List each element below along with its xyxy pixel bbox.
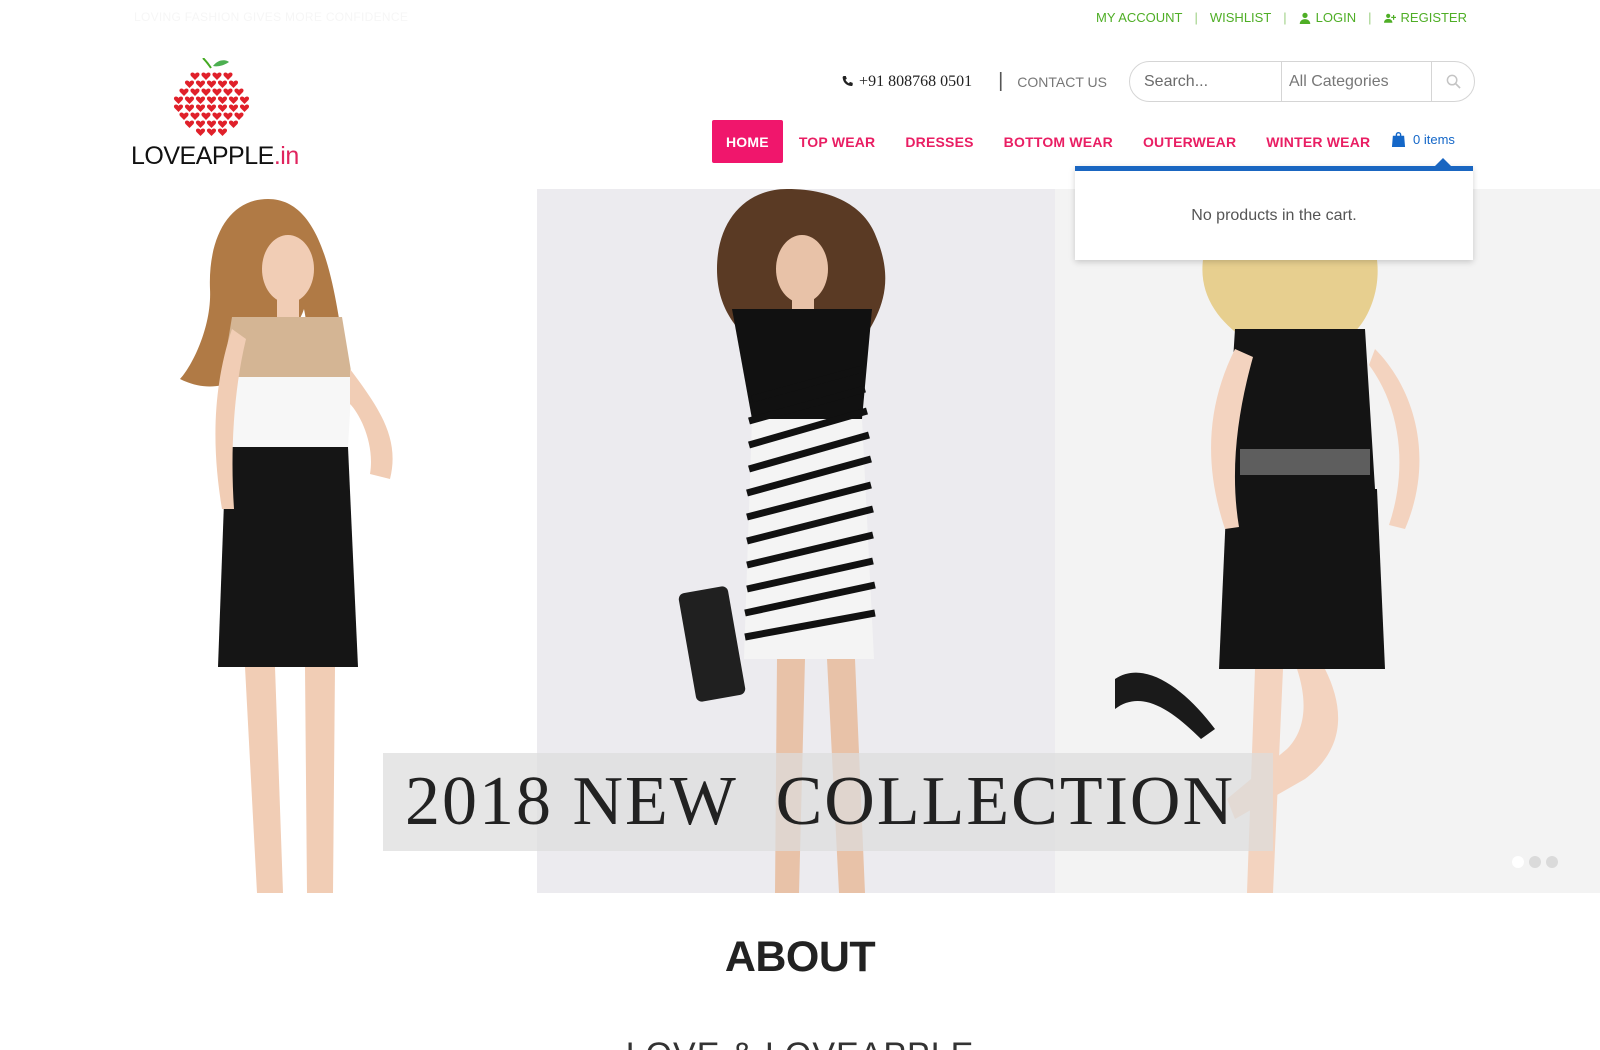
- slider-dot[interactable]: [1546, 856, 1558, 868]
- nav-item-top-wear[interactable]: TOP WEAR: [784, 120, 891, 163]
- phone-text: +91 808768 0501: [859, 72, 973, 90]
- nav-item-dresses[interactable]: DRESSES: [890, 120, 988, 163]
- site-logo[interactable]: LOVEAPPLE.in: [131, 58, 311, 170]
- slider-dot[interactable]: [1512, 856, 1524, 868]
- login-link[interactable]: LOGIN: [1299, 10, 1356, 25]
- category-select[interactable]: All Categories: [1282, 62, 1432, 101]
- nav-item-outerwear[interactable]: OUTERWEAR: [1128, 120, 1251, 163]
- slider-dots: [1512, 856, 1558, 868]
- phone-icon: [842, 75, 853, 87]
- link-separator: |: [1194, 10, 1198, 25]
- slider-dot[interactable]: [1529, 856, 1541, 868]
- logo-wordmark: LOVEAPPLE.in: [131, 142, 299, 171]
- tagline: LOVING FASHION GIVES MORE CONFIDENCE: [134, 10, 409, 24]
- hero-caption-text: 2018 NEW COLLECTION: [405, 763, 1235, 840]
- cart-link[interactable]: 0 items: [1391, 131, 1455, 147]
- header-separator: |: [998, 70, 1004, 92]
- search-bar: All Categories: [1129, 61, 1475, 102]
- contact-us-link[interactable]: CONTACT US: [1017, 74, 1107, 90]
- main-nav: HOME TOP WEAR DRESSES BOTTOM WEAR OUTERWEAR W…: [712, 120, 1385, 163]
- top-bar: LOVING FASHION GIVES MORE CONFIDENCE MY …: [0, 0, 1600, 34]
- cart-dropdown: No products in the cart.: [1075, 158, 1473, 260]
- about-heading: ABOUT: [724, 933, 876, 981]
- search-field-wrap: [1130, 62, 1282, 101]
- logo-name: LOVEAPPLE: [131, 142, 274, 170]
- register-label: REGISTER: [1400, 10, 1467, 25]
- nav-item-winter-wear[interactable]: WINTER WEAR: [1251, 120, 1385, 163]
- link-separator: |: [1283, 10, 1287, 25]
- search-input[interactable]: [1144, 72, 1274, 91]
- my-account-link[interactable]: MY ACCOUNT: [1096, 10, 1182, 25]
- logo-suffix: .in: [273, 142, 299, 170]
- hero-caption: 2018 NEW COLLECTION: [383, 753, 1273, 851]
- login-label: LOGIN: [1315, 10, 1357, 25]
- wishlist-link[interactable]: WISHLIST: [1210, 10, 1271, 25]
- user-plus-icon: [1383, 13, 1396, 23]
- user-icon: [1299, 12, 1310, 24]
- search-button[interactable]: [1432, 62, 1474, 101]
- link-separator: |: [1368, 10, 1372, 25]
- nav-item-bottom-wear[interactable]: BOTTOM WEAR: [989, 120, 1128, 163]
- register-link[interactable]: REGISTER: [1383, 10, 1467, 25]
- nav-item-home[interactable]: HOME: [712, 120, 783, 163]
- cart-count: 0 items: [1413, 131, 1455, 147]
- shopping-bag-icon: [1391, 131, 1406, 147]
- phone-number[interactable]: +91 808768 0501: [841, 73, 972, 91]
- header-contact-search: +91 808768 0501 | CONTACT US All Categor…: [841, 61, 1475, 102]
- apple-hearts-logo-icon: [173, 58, 250, 136]
- cart-empty-message: No products in the cart.: [1191, 206, 1357, 224]
- account-links: MY ACCOUNT | WISHLIST | LOGIN | REGISTER: [1096, 10, 1467, 25]
- hero-slider[interactable]: 2018 NEW COLLECTION: [0, 189, 1600, 893]
- about-subheading: LOVE & LOVEAPPLE: [0, 1036, 1600, 1050]
- search-icon: [1446, 74, 1461, 89]
